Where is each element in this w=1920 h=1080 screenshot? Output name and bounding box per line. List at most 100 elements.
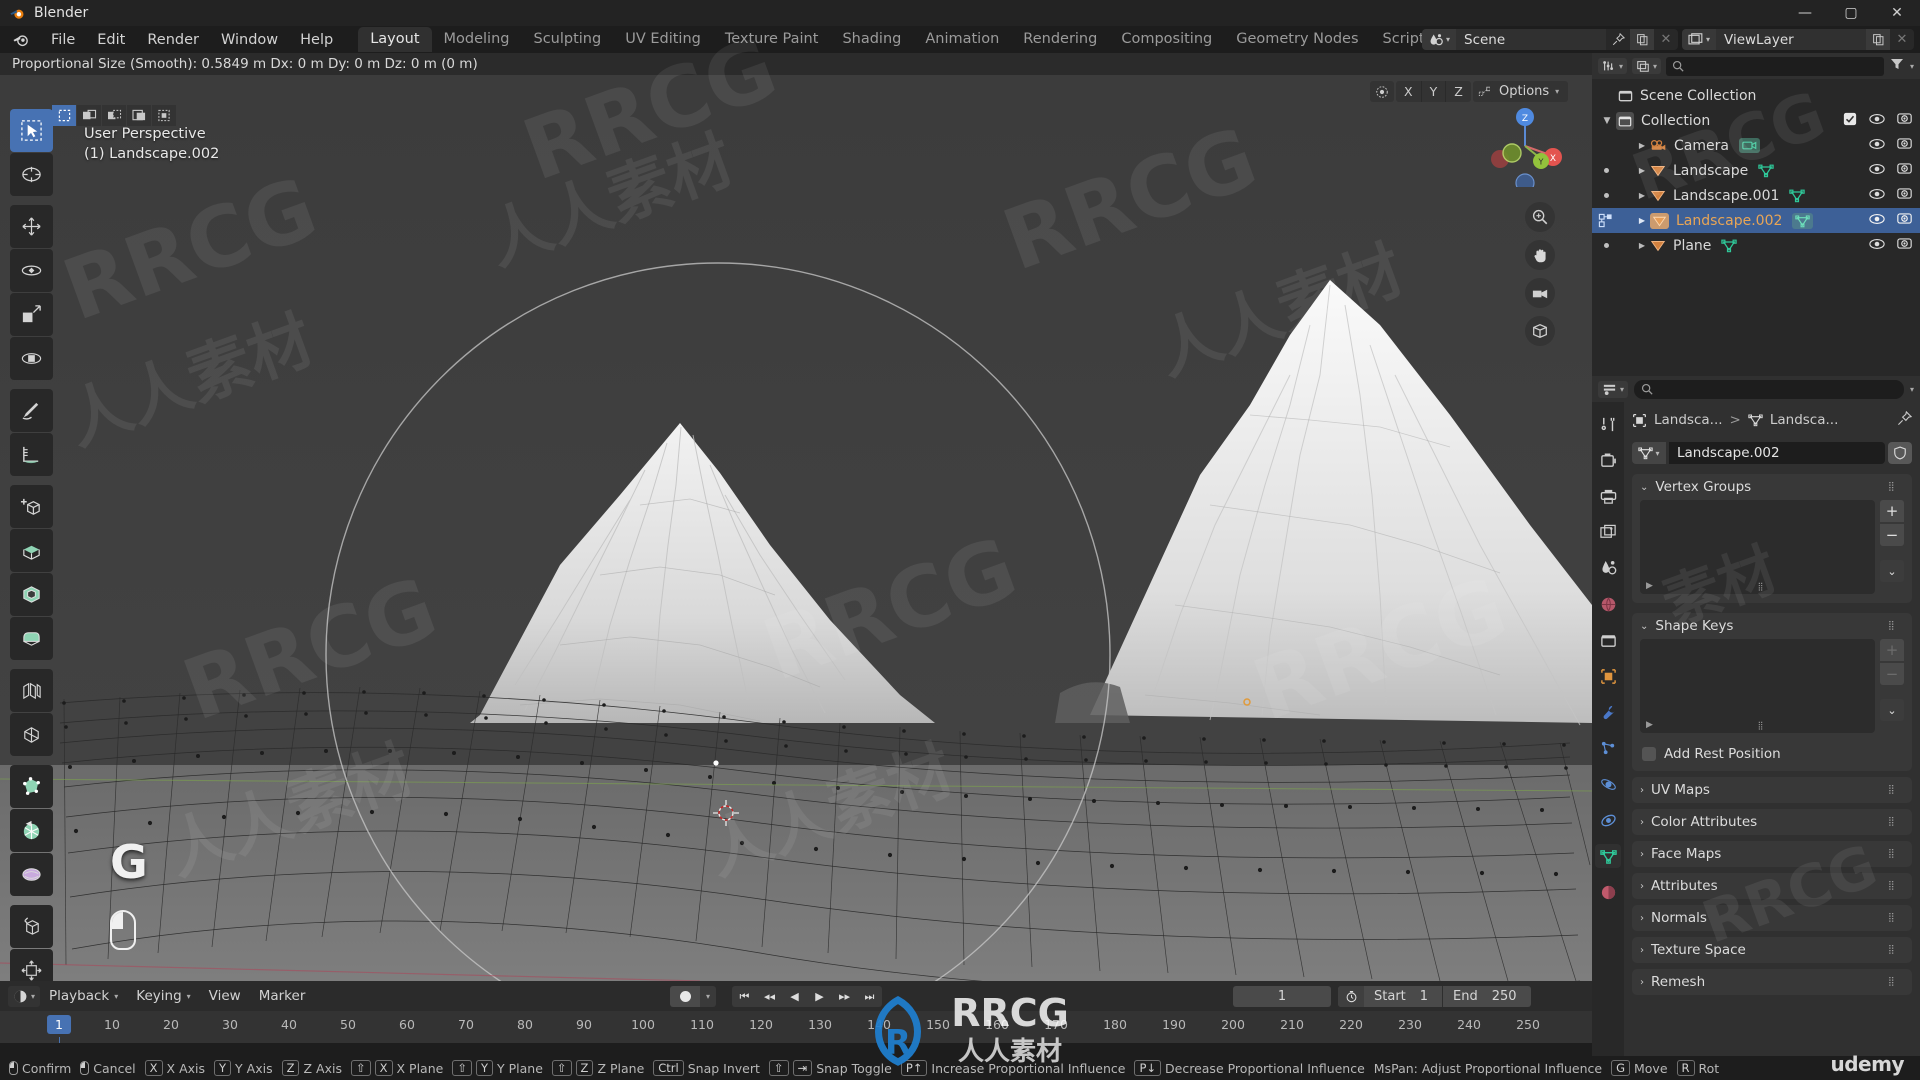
view-layer-tab[interactable] bbox=[1595, 520, 1621, 544]
hide-in-viewport-icon[interactable] bbox=[1869, 111, 1885, 131]
navigation-gizmo[interactable]: Z X Y bbox=[1484, 105, 1566, 187]
disclosure-triangle-icon[interactable]: ▶ bbox=[1634, 166, 1650, 175]
remove-vertex-group-button[interactable]: − bbox=[1880, 524, 1904, 546]
loop-cut-tool[interactable] bbox=[10, 669, 53, 712]
view-layer-name[interactable]: ViewLayer bbox=[1716, 29, 1866, 50]
camera-data-icon[interactable] bbox=[1738, 138, 1760, 153]
spin-tool[interactable] bbox=[10, 809, 53, 852]
add-shape-key-button[interactable]: + bbox=[1880, 639, 1904, 661]
particles-tab[interactable] bbox=[1595, 736, 1621, 760]
rotate-tool[interactable] bbox=[10, 249, 53, 292]
use-preview-range-icon[interactable] bbox=[1338, 986, 1364, 1007]
mesh-datablock-name[interactable]: Landscape.002 bbox=[1669, 442, 1885, 464]
disclosure-triangle-icon[interactable]: ▶ bbox=[1634, 216, 1650, 225]
hide-in-viewport-icon[interactable] bbox=[1869, 161, 1885, 181]
scene-icon[interactable]: ▾ bbox=[1422, 29, 1456, 50]
axis-z-button[interactable]: Z bbox=[1446, 81, 1471, 102]
add-vertex-group-button[interactable]: + bbox=[1880, 500, 1904, 522]
poly-build-tool[interactable] bbox=[10, 765, 53, 808]
axis-y-button[interactable]: Y bbox=[1422, 81, 1447, 102]
physics-tab[interactable] bbox=[1595, 772, 1621, 796]
outliner-filter-id-type[interactable]: ▾ bbox=[1632, 58, 1662, 74]
panel-texture-space[interactable]: › Texture Space ⣿ bbox=[1632, 937, 1912, 963]
hide-in-viewport-icon[interactable] bbox=[1869, 186, 1885, 206]
world-tab[interactable] bbox=[1595, 592, 1621, 616]
disclosure-triangle-icon[interactable]: ▶ bbox=[1634, 141, 1650, 150]
jump-to-end-button[interactable]: ⏭ bbox=[857, 986, 882, 1007]
breadcrumb-mesh[interactable]: Landsca... bbox=[1770, 412, 1839, 428]
menu-render[interactable]: Render bbox=[136, 29, 210, 51]
tool-tab[interactable] bbox=[1595, 412, 1621, 436]
play-button[interactable]: ▶ bbox=[807, 986, 832, 1007]
outliner-filter-dropdown-icon[interactable]: ▾ bbox=[1910, 62, 1914, 71]
disable-in-renders-icon[interactable] bbox=[1897, 211, 1912, 230]
scene-name[interactable]: Scene bbox=[1456, 29, 1606, 50]
collection-checkbox[interactable] bbox=[1843, 112, 1857, 130]
panel-normals[interactable]: › Normals ⣿ bbox=[1632, 905, 1912, 931]
chevron-right-icon[interactable]: › bbox=[1640, 977, 1644, 988]
outliner-row-landscape[interactable]: ▶ Landscape bbox=[1592, 158, 1920, 183]
move-tool[interactable] bbox=[10, 205, 53, 248]
prev-keyframe-button[interactable]: ◂◂ bbox=[757, 986, 782, 1007]
mesh-data-icon[interactable] bbox=[1758, 163, 1774, 178]
auto-keying-button[interactable] bbox=[670, 986, 700, 1007]
menu-window[interactable]: Window bbox=[210, 29, 289, 51]
tab-modeling[interactable]: Modeling bbox=[432, 27, 522, 53]
shrink-fatten-tool[interactable] bbox=[10, 949, 53, 981]
select-invert-button[interactable] bbox=[127, 105, 151, 126]
blender-menu-icon[interactable] bbox=[12, 31, 30, 49]
render-tab[interactable] bbox=[1595, 448, 1621, 472]
measure-tool[interactable] bbox=[10, 433, 53, 476]
pin-scene-icon[interactable] bbox=[1606, 29, 1630, 50]
properties-search-input[interactable] bbox=[1634, 379, 1904, 399]
select-set-button[interactable] bbox=[52, 105, 76, 126]
pin-id-icon[interactable] bbox=[1897, 410, 1913, 430]
toggle-orthographic-button[interactable] bbox=[1525, 316, 1555, 346]
timeline-menu-keying[interactable]: Keying ▾ bbox=[127, 985, 199, 1007]
transform-tool[interactable] bbox=[10, 337, 53, 380]
camera-view-button[interactable] bbox=[1525, 278, 1555, 308]
tab-shading[interactable]: Shading bbox=[830, 27, 913, 53]
play-reverse-button[interactable]: ◀ bbox=[782, 986, 807, 1007]
add-rest-position-row[interactable]: Add Rest Position bbox=[1632, 742, 1912, 771]
chevron-down-icon[interactable]: ⌄ bbox=[1640, 621, 1648, 632]
current-frame-field[interactable]: 1 bbox=[1233, 986, 1331, 1007]
view-layer-selector[interactable]: ▾ ViewLayer ✕ bbox=[1682, 29, 1914, 50]
minimize-button[interactable]: — bbox=[1782, 0, 1828, 26]
chevron-right-icon[interactable]: › bbox=[1640, 945, 1644, 956]
new-view-layer-icon[interactable] bbox=[1866, 29, 1890, 50]
restrict-select-icon[interactable] bbox=[1598, 213, 1613, 228]
properties-editor-type-button[interactable]: ▾ bbox=[1598, 380, 1629, 398]
jump-to-start-button[interactable]: ⏮ bbox=[732, 986, 757, 1007]
shape-keys-list[interactable]: ▶ ⣿ bbox=[1640, 639, 1875, 733]
view-layer-icon[interactable]: ▾ bbox=[1682, 29, 1716, 50]
modifier-tab[interactable] bbox=[1595, 700, 1621, 724]
zoom-view-button[interactable] bbox=[1525, 202, 1555, 232]
axis-x-button[interactable]: X bbox=[1396, 81, 1422, 102]
remove-view-layer-icon[interactable]: ✕ bbox=[1890, 29, 1914, 50]
tab-rendering[interactable]: Rendering bbox=[1011, 27, 1109, 53]
chevron-right-icon[interactable]: › bbox=[1640, 913, 1644, 924]
select-subtract-button[interactable] bbox=[102, 105, 126, 126]
panel-uv-maps[interactable]: › UV Maps ⣿ bbox=[1632, 777, 1912, 803]
hide-in-viewport-icon[interactable] bbox=[1869, 211, 1885, 231]
tab-compositing[interactable]: Compositing bbox=[1109, 27, 1224, 53]
add-rest-position-checkbox[interactable] bbox=[1642, 747, 1656, 761]
disable-in-renders-icon[interactable] bbox=[1897, 111, 1912, 130]
output-tab[interactable] bbox=[1595, 484, 1621, 508]
chevron-down-icon[interactable]: ⌄ bbox=[1640, 482, 1648, 493]
mesh-data-icon[interactable] bbox=[1789, 188, 1806, 203]
select-extend-button[interactable] bbox=[77, 105, 101, 126]
cursor-tool[interactable] bbox=[10, 153, 53, 196]
playhead-label[interactable]: 1 bbox=[47, 1015, 71, 1034]
panel-face-maps[interactable]: › Face Maps ⣿ bbox=[1632, 841, 1912, 867]
chevron-right-icon[interactable]: › bbox=[1640, 817, 1644, 828]
proportional-edit-icon[interactable] bbox=[1370, 81, 1394, 102]
panel-header-vertex-groups[interactable]: ⌄ Vertex Groups ⣿ bbox=[1632, 474, 1912, 500]
timeline-menu-playback[interactable]: Playback ▾ bbox=[40, 985, 127, 1007]
outliner-row-scene-collection[interactable]: Scene Collection bbox=[1592, 83, 1920, 108]
outliner-filter-icon[interactable] bbox=[1889, 56, 1905, 76]
breadcrumb-object[interactable]: Landsca... bbox=[1654, 412, 1723, 428]
tab-animation[interactable]: Animation bbox=[913, 27, 1011, 53]
auto-keying-dropdown[interactable]: ▾ bbox=[700, 986, 716, 1007]
